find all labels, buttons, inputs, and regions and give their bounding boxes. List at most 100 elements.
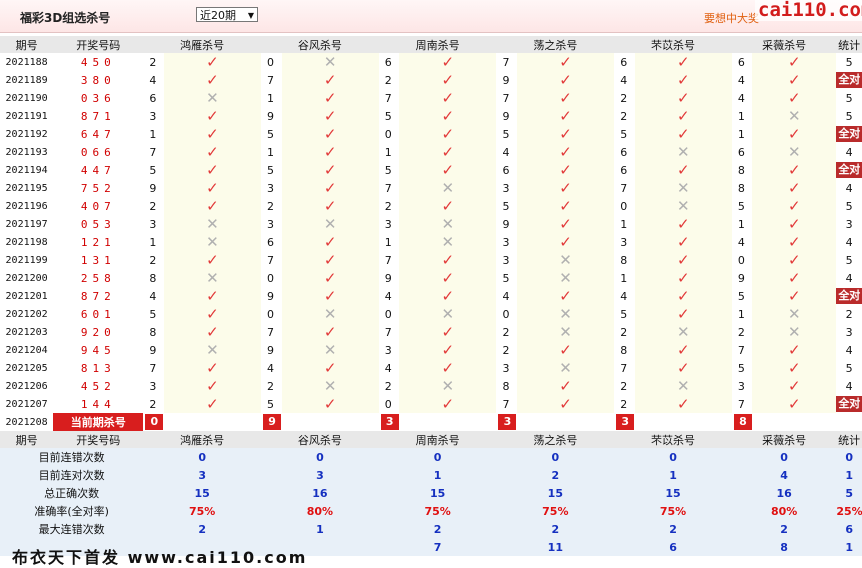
stats-value: 6: [614, 538, 732, 556]
check-icon: ✓: [559, 89, 572, 107]
stat-cell: 全对: [836, 287, 862, 305]
draw-number-cell: 036: [80, 91, 116, 105]
mark-cell: ✓: [752, 179, 837, 197]
kill-number-cell: 7: [502, 91, 510, 105]
mark-cell: ✓: [281, 287, 379, 305]
current-kill-value: 0: [145, 414, 164, 430]
col-expert: 芣苡杀号: [614, 36, 732, 53]
check-icon: ✓: [206, 161, 219, 179]
kill-number-cell: 5: [737, 361, 745, 375]
stats-value: 11: [496, 538, 615, 556]
kill-number-cell: 3: [149, 379, 157, 393]
check-icon: ✓: [788, 269, 801, 287]
mark-cell: ✓: [634, 233, 732, 251]
check-icon: ✓: [323, 197, 337, 215]
check-icon: ✓: [206, 395, 219, 413]
check-icon: ✓: [559, 161, 572, 179]
period-cell: 2021199: [5, 254, 48, 266]
mark-cell: ✓: [399, 161, 497, 179]
kill-number-cell: 3: [267, 181, 275, 195]
check-icon: ✓: [676, 233, 690, 251]
check-icon: ✓: [206, 359, 219, 377]
kill-number-cell: 1: [149, 235, 157, 249]
stat-value: 4: [845, 379, 853, 393]
check-icon: ✓: [323, 251, 337, 269]
check-icon: ✓: [323, 179, 337, 197]
all-correct-badge: 全对: [836, 396, 862, 412]
stat-value: 4: [845, 181, 853, 195]
mark-cell: ✓: [634, 251, 732, 269]
check-icon: ✓: [323, 359, 337, 377]
stat-cell: 4: [836, 233, 862, 251]
mark-cell: ✓: [281, 179, 379, 197]
check-icon: ✓: [441, 125, 455, 143]
mark-cell: ✓: [634, 359, 732, 377]
check-icon: ✓: [441, 287, 455, 305]
cross-icon: ✕: [441, 179, 455, 197]
kill-number-cell: 4: [502, 145, 510, 159]
kill-number-cell: 6: [620, 163, 628, 177]
kill-number-cell: 2: [502, 325, 510, 339]
check-icon: ✓: [676, 89, 690, 107]
kill-number-cell: 9: [149, 181, 157, 195]
mark-cell: ✕: [281, 53, 379, 71]
stats-row: 总正确次数 15 16 15 15 15 16 5: [0, 484, 862, 502]
check-icon: ✓: [676, 161, 690, 179]
stat-value: 3: [845, 325, 853, 339]
kill-number-cell: 1: [267, 145, 275, 159]
mark-cell: ✓: [163, 287, 262, 305]
cross-icon: ✕: [676, 143, 690, 161]
col-expert: 周南杀号: [378, 431, 497, 448]
check-icon: ✓: [676, 125, 690, 143]
mark-cell: ✓: [752, 287, 837, 305]
kill-number-cell: 2: [149, 253, 157, 267]
current-kill-value: 3: [380, 414, 399, 430]
col-expert: 谷风杀号: [261, 431, 379, 448]
check-icon: ✓: [206, 107, 219, 125]
mark-cell: ✕: [281, 305, 379, 323]
stats-label: 目前连错次数: [0, 448, 144, 466]
stat-cell: 全对: [836, 395, 862, 413]
mark-cell: ✓: [516, 377, 615, 395]
kill-number-cell: 7: [149, 145, 157, 159]
check-icon: ✓: [559, 215, 572, 233]
check-icon: ✓: [676, 305, 690, 323]
stats-value: 75%: [496, 502, 615, 520]
stats-row: 最大连错次数 2 1 2 2 2 2 6: [0, 520, 862, 538]
kill-number-cell: 1: [737, 217, 745, 231]
promo-link[interactable]: 要想中大奖: [704, 10, 759, 26]
draw-number-cell: 121: [80, 235, 116, 249]
check-icon: ✓: [559, 377, 572, 395]
check-icon: ✓: [441, 323, 455, 341]
mark-cell: ✓: [281, 251, 379, 269]
mark-cell: ✓: [752, 161, 837, 179]
period-range-select[interactable]: 近20期 ▼: [196, 7, 258, 22]
check-icon: ✓: [323, 125, 337, 143]
empty-cell: [752, 413, 836, 431]
current-kill-label: 当前期杀号: [53, 413, 144, 431]
stats-value: 16: [261, 484, 379, 502]
kill-number-cell: 6: [384, 55, 392, 69]
mark-cell: ✓: [752, 341, 837, 359]
all-correct-badge: 全对: [836, 162, 862, 178]
mark-cell: ✓: [163, 377, 262, 395]
current-kill-value: 3: [616, 414, 635, 430]
mark-cell: ✕: [163, 89, 262, 107]
check-icon: ✓: [676, 71, 690, 89]
table-row: 2021192 647 1 ✓ 5 ✓ 0 ✓ 5 ✓ 5 ✓ 1 ✓ 全对: [0, 125, 862, 143]
check-icon: ✓: [323, 71, 337, 89]
current-kill-cell: 0: [143, 413, 164, 431]
check-icon: ✓: [206, 287, 219, 305]
stats-value: 2: [496, 520, 615, 538]
mark-cell: ✓: [399, 287, 497, 305]
stat-cell: 全对: [836, 161, 862, 179]
stats-total: 1: [836, 466, 862, 484]
mark-cell: ✓: [516, 215, 615, 233]
check-icon: ✓: [441, 161, 455, 179]
current-period-cell: 2021208: [5, 416, 48, 428]
stat-cell: 5: [836, 107, 862, 125]
stats-label: 总正确次数: [0, 484, 144, 502]
stats-value: 0: [614, 448, 732, 466]
mark-cell: ✓: [163, 251, 262, 269]
table-row: 2021204 945 9 ✕ 9 ✕ 3 ✓ 2 ✓ 8 ✓ 7 ✓ 4: [0, 341, 862, 359]
